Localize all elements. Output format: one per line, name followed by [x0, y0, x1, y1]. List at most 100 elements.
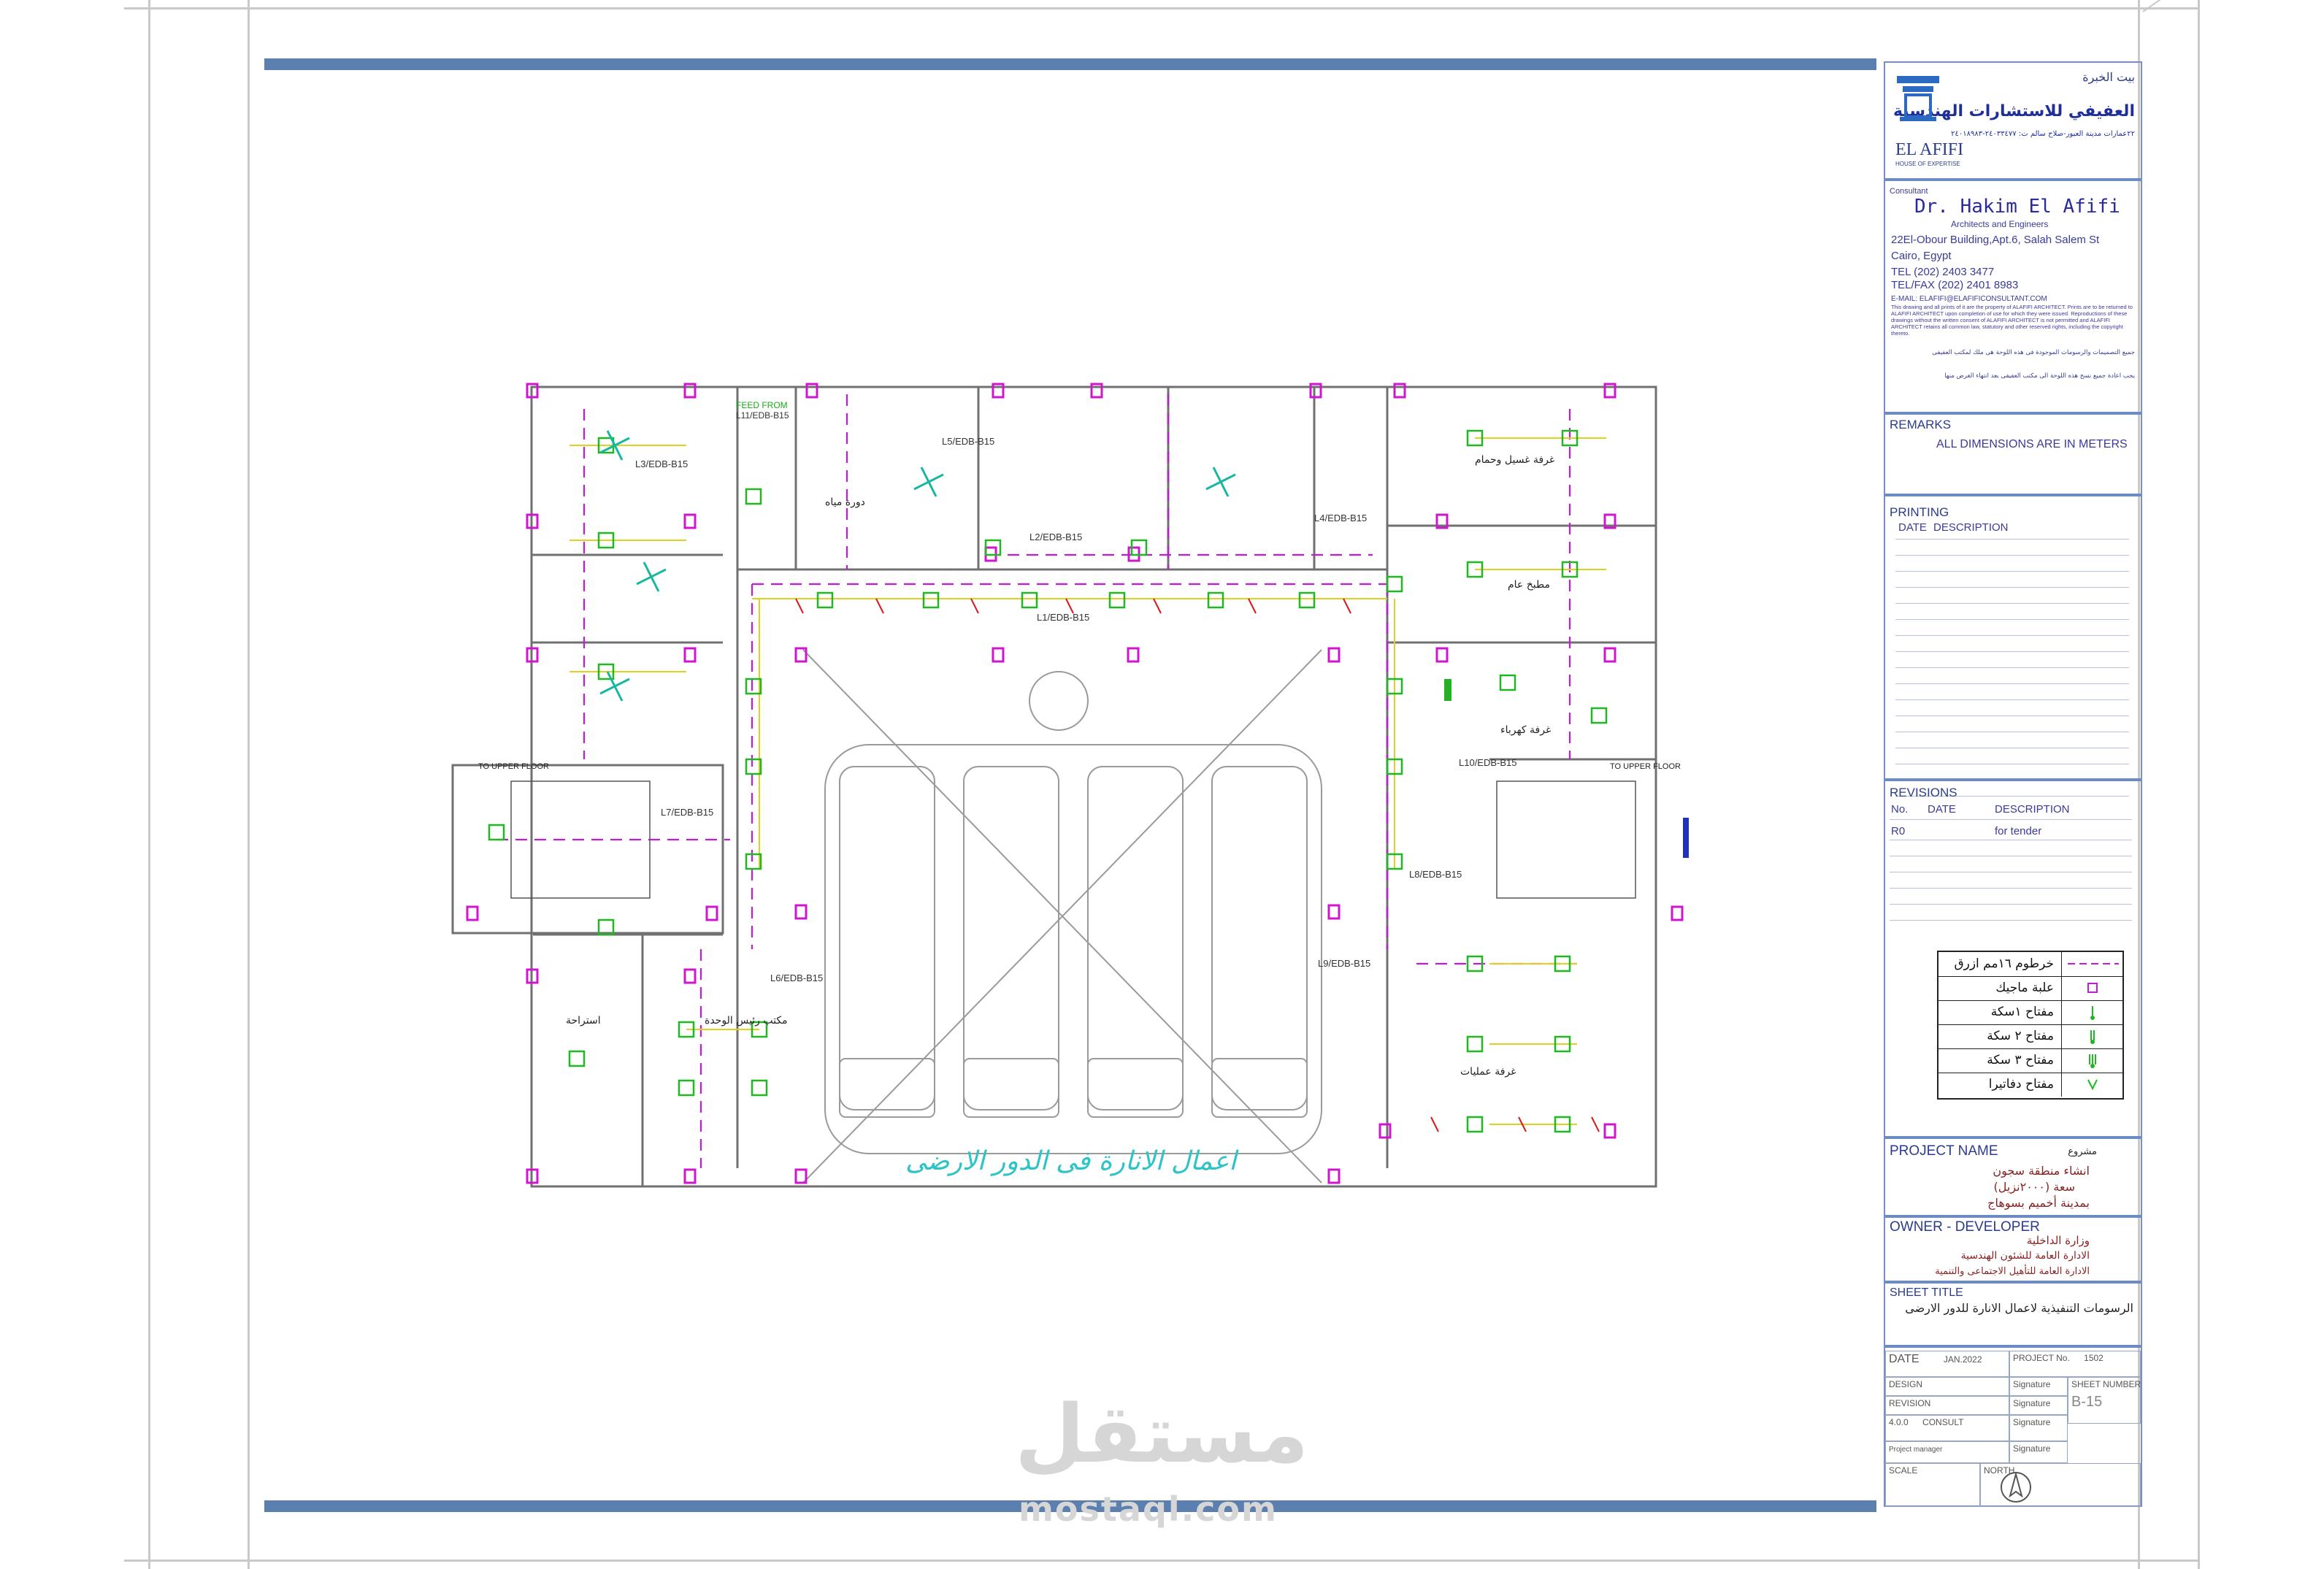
owner-ar-1: وزارة الداخلية	[2026, 1234, 2090, 1247]
printing-row-line	[1895, 555, 2129, 556]
owner-label: OWNER - DEVELOPER	[1890, 1219, 2040, 1235]
north-arrow-icon	[2000, 1471, 2032, 1503]
stamp-signature: Signature	[2009, 1377, 2068, 1396]
revisions-row-line	[1890, 904, 2132, 905]
remarks-label: REMARKS	[1890, 418, 1952, 431]
owner-ar-3: الادارة العامة للتأهيل الاجتماعى والتنمي…	[1935, 1266, 2090, 1277]
stamp-scale-label: SCALE	[1889, 1465, 1918, 1476]
stamp-sheet-number-val: B-15	[2071, 1394, 2103, 1410]
printing-label: PRINTING	[1890, 505, 1949, 519]
circuit-label: L2/EDB-B15	[1029, 532, 1083, 542]
email: E-MAIL: ELAFIFI@ELAFIFICONSULTANT.COM	[1891, 295, 2047, 303]
printing-row-line	[1895, 667, 2129, 668]
watermark-ar: مستقل	[1015, 1387, 1309, 1481]
consultant-label: Consultant	[1890, 187, 1928, 196]
circuit-label: L6/EDB-B15	[770, 973, 824, 983]
circuit-label: L10/EDB-B15	[1459, 757, 1517, 768]
switch-one-way-icon	[2061, 1000, 2123, 1024]
project-ar-1: مشروع	[2068, 1146, 2097, 1157]
stamp-signature-label: Signature	[2013, 1417, 2051, 1427]
sheet-title-ar: الرسومات التنفيذية لاعمال الانارة للدور …	[1905, 1301, 2133, 1315]
stamp-design: DESIGN	[1885, 1377, 2009, 1396]
stamp-project-manager: Project manager	[1885, 1441, 2009, 1463]
logo-emblem-icon	[1895, 74, 1941, 123]
copyright-ar-1: جميع التصميمات والرسومات الموجودة فى هذه…	[1932, 349, 2135, 356]
revisions-label: REVISIONS	[1890, 786, 1957, 799]
section-divider	[1885, 778, 2141, 781]
room-label: غرفة كهرباء	[1500, 724, 1552, 736]
revisions-header-line	[1890, 819, 2132, 820]
stamp-date-label: DATE	[1889, 1353, 1920, 1365]
circuit-label: L5/EDB-B15	[942, 436, 995, 447]
title-block: بيت الخبرة العفيفي للاستشارات الهندسية ٢…	[1884, 61, 2142, 1507]
switch-two-way-icon	[2061, 1024, 2123, 1048]
legend-row: مفتاح دفاتيرا	[1938, 1073, 2122, 1097]
revision-desc: for tender	[1995, 825, 2042, 837]
printing-row-line	[1895, 603, 2129, 604]
room-label: مطبخ عام	[1508, 579, 1550, 591]
stairs	[510, 780, 1636, 899]
room-label: دورة مياه	[825, 496, 865, 508]
feed-panel: L11/EDB-B15	[736, 410, 789, 421]
section-divider	[1885, 1215, 2141, 1218]
circuit-label: L3/EDB-B15	[635, 459, 689, 469]
printing-row-line	[1895, 587, 2129, 588]
box-icon	[2061, 976, 2123, 1000]
logo-brand: EL AFIFI	[1895, 140, 1964, 159]
room-label: غرفة غسيل وحمام	[1475, 454, 1555, 466]
section-divider	[1885, 494, 2141, 496]
stamp-north: NORTH	[1980, 1463, 2141, 1507]
stamp-date-val: JAN.2022	[1943, 1354, 1982, 1365]
consultant-sub: Architects and Engineers	[1951, 219, 2049, 229]
circuit-label: L9/EDB-B15	[1318, 958, 1371, 969]
plan-title: اعمال الانارة فى الدور الارضى	[905, 1146, 1237, 1176]
copyright-en: This drawing and all prints of it are th…	[1891, 304, 2133, 337]
stamp-signature: Signature	[2009, 1415, 2068, 1441]
legend-label: خرطوم ١٦مم ازرق	[1954, 956, 2054, 971]
stamp-signature-label: Signature	[2013, 1379, 2051, 1389]
revision-no: R0	[1891, 825, 1906, 837]
telephone: TEL (202) 2403 3477	[1891, 266, 1995, 278]
dash-line-icon	[2061, 952, 2123, 976]
switch-v-icon	[2061, 1073, 2123, 1097]
stamp-sheet-number: SHEET NUMBER B-15	[2068, 1377, 2141, 1424]
legend-row: مفتاح ١سكة	[1938, 1000, 2122, 1025]
garage-hall	[802, 649, 1322, 1184]
section-divider	[1885, 1281, 2141, 1284]
owner-ar-2: الادارة العامة للشئون الهندسية	[1960, 1250, 2090, 1262]
stamp-signature-label: Signature	[2013, 1398, 2051, 1408]
printing-col-desc: DESCRIPTION	[1933, 521, 2009, 534]
printing-row-line	[1895, 651, 2129, 652]
stamp-signature: Signature	[2009, 1396, 2068, 1415]
address-line-2: Cairo, Egypt	[1891, 250, 1952, 262]
legend-label: مفتاح ١سكة	[1990, 1005, 2054, 1019]
stamp-project-no-label: PROJECT No.	[2013, 1353, 2070, 1363]
panel-marker	[1683, 818, 1689, 858]
conduit-runs	[496, 394, 1577, 1168]
revisions-row-line	[1890, 888, 2132, 889]
room-label: استراحة	[566, 1015, 601, 1027]
legend-row: خرطوم ١٦مم ازرق	[1938, 952, 2122, 977]
stamp-rev-code: 4.0.0	[1889, 1417, 1909, 1427]
stamp-signature: Signature	[2009, 1441, 2068, 1463]
copyright-ar-2: يجب اعادة جميع نسخ هذه اللوحة الى مكتب ا…	[1944, 372, 2135, 380]
consultant-name: Dr. Hakim El Afifi	[1914, 196, 2120, 218]
revisions-row-line	[1890, 920, 2132, 921]
project-name-label: PROJECT NAME	[1890, 1143, 1998, 1159]
logo-brand-sub: HOUSE OF EXPERTISE	[1895, 161, 1960, 167]
project-ar-4: بمدينة أخميم بسوهاج	[1987, 1196, 2090, 1210]
feed-note: FEED FROM	[736, 400, 788, 410]
switch-three-way-icon	[2061, 1048, 2123, 1073]
legend-table: خرطوم ١٦مم ازرق علبة ماجيك مفتاح ١سكة مف…	[1937, 951, 2124, 1100]
legend-label: علبة ماجيك	[1995, 981, 2054, 995]
stamp-project-no: PROJECT No. 1502	[2009, 1351, 2141, 1377]
project-ar-3: سعة (٢٠٠٠نزيل)	[1993, 1180, 2076, 1194]
legend-row: مفتاح ٢ سكة	[1938, 1024, 2122, 1049]
circuit-label: L7/EDB-B15	[661, 807, 714, 818]
section-divider	[1885, 1345, 2141, 1348]
project-ar-2: انشاء منطقة سجون	[1993, 1164, 2090, 1178]
upper-floor-label-right: TO UPPER FLOOR	[1610, 762, 1681, 771]
printing-row-line	[1895, 539, 2129, 540]
fax: TEL/FAX (202) 2401 8983	[1891, 279, 2019, 291]
legend-label: مفتاح ٢ سكة	[1987, 1029, 2054, 1043]
